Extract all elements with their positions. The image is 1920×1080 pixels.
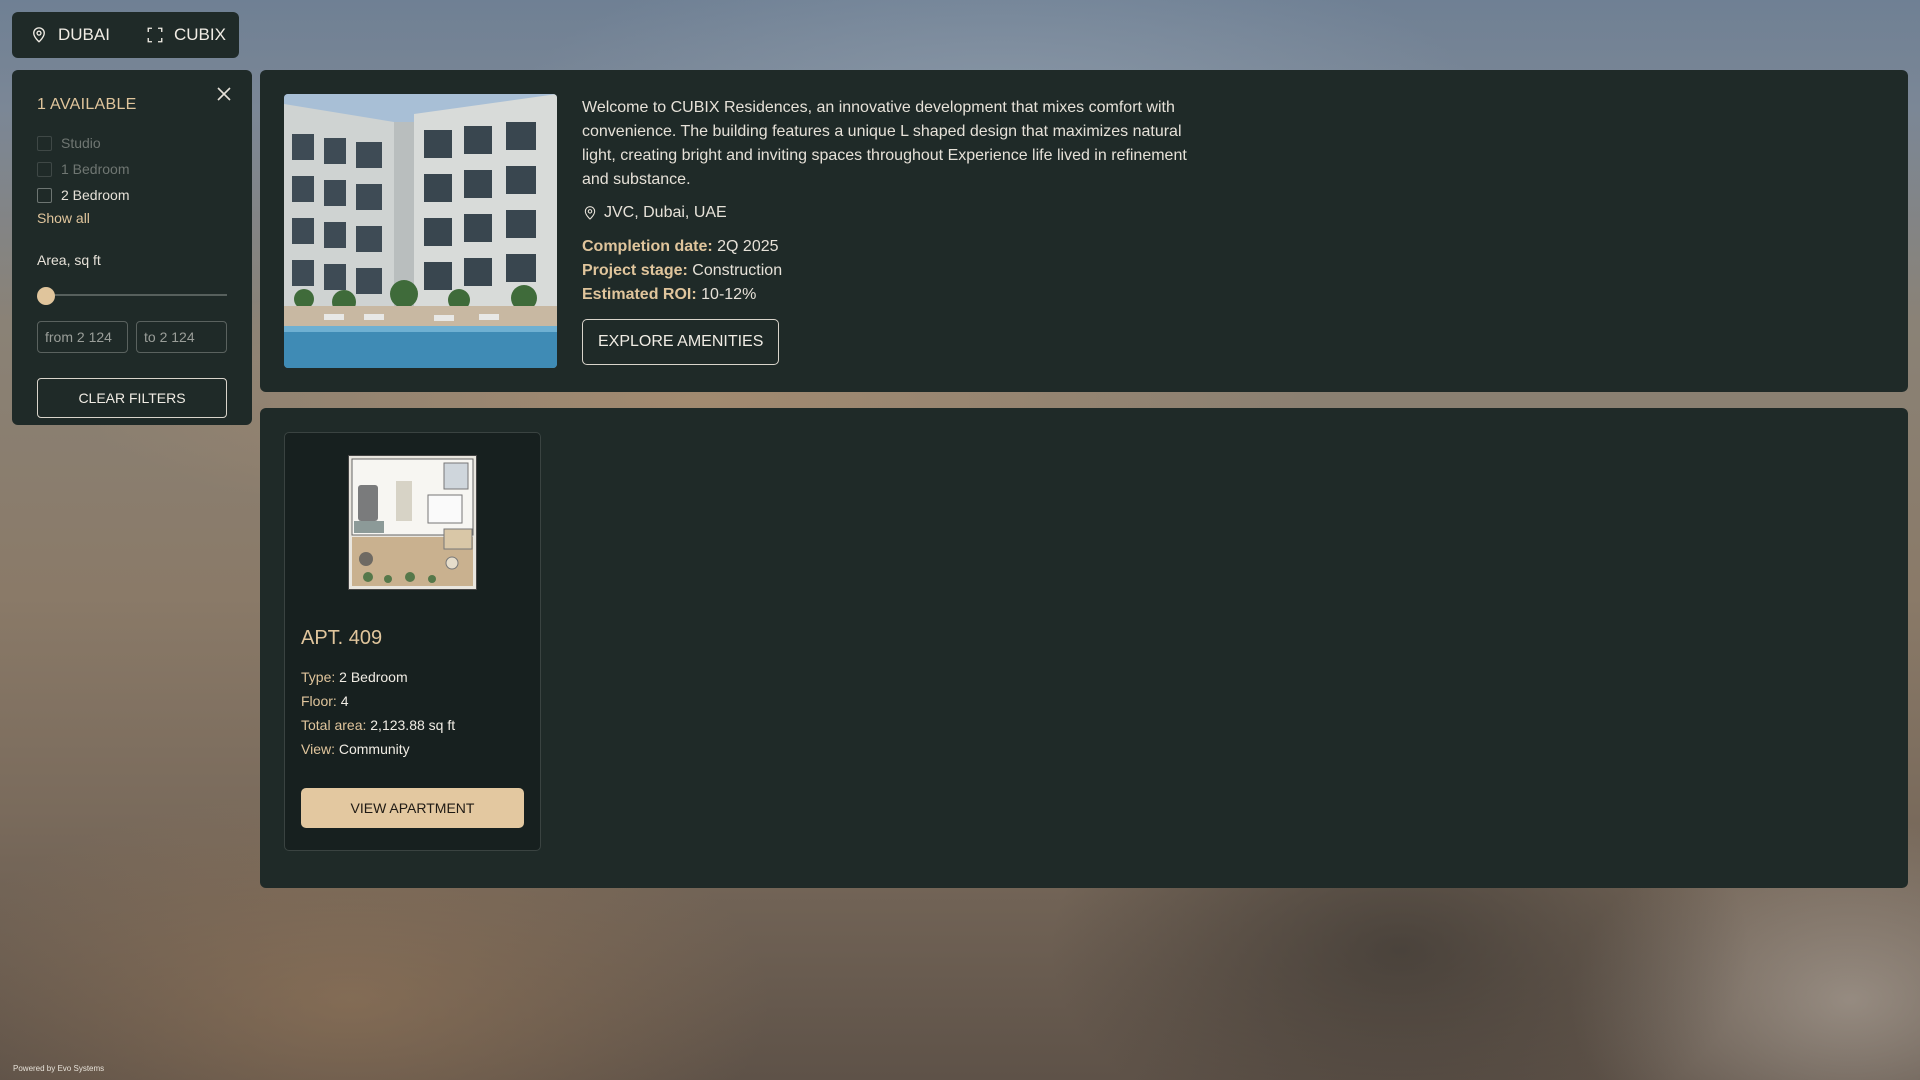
- explore-amenities-button[interactable]: EXPLORE AMENITIES: [582, 319, 780, 365]
- building-photo: [284, 94, 557, 368]
- type-filter-label: Studio: [61, 135, 101, 151]
- estimated-roi-label: Estimated ROI:: [582, 286, 697, 303]
- project-description: Welcome to CUBIX Residences, an innovati…: [582, 99, 1187, 188]
- apartment-type-value: 2 Bedroom: [339, 669, 408, 685]
- apartment-view-value: Community: [338, 741, 410, 757]
- city-selector[interactable]: DUBAI: [30, 25, 110, 45]
- city-label: DUBAI: [58, 25, 110, 44]
- slider-track: [41, 294, 227, 296]
- project-stats: Completion date: 2Q 2025 Project stage: …: [582, 235, 1212, 307]
- checkbox: [37, 161, 52, 177]
- area-to-input[interactable]: [136, 321, 227, 353]
- completion-date-value: 2Q 2025: [717, 238, 779, 255]
- area-range-inputs: [37, 321, 227, 353]
- powered-by-footer: Powered by Evo Systems: [13, 1064, 105, 1073]
- type-filter-list: Studio 1 Bedroom 2 Bedroom: [37, 130, 227, 208]
- project-stage-label: Project stage:: [582, 262, 688, 279]
- completion-date-row: Completion date: 2Q 2025: [582, 235, 1212, 259]
- floorplan-image: [347, 454, 478, 591]
- area-filter-label: Area, sq ft: [37, 252, 101, 268]
- apartment-view-label: View:: [301, 741, 335, 757]
- project-location: JVC, Dubai, UAE: [582, 204, 1212, 222]
- apartment-type-row: Type: 2 Bedroom: [301, 665, 455, 689]
- apartment-floor-label: Floor:: [301, 693, 337, 709]
- available-count: 1 AVAILABLE: [37, 96, 137, 113]
- type-filter-2-bedroom[interactable]: 2 Bedroom: [37, 182, 227, 208]
- estimated-roi-value: 10-12%: [701, 286, 757, 303]
- area-slider[interactable]: [37, 286, 227, 305]
- apartment-area-value: 2,123.88 sq ft: [370, 717, 456, 733]
- location-pin-icon: [584, 206, 596, 220]
- apartment-card: APT. 409 Type: 2 Bedroom Floor: 4 Total …: [284, 432, 541, 851]
- apartment-floor-value: 4: [340, 693, 349, 709]
- project-label: CUBIX: [173, 25, 226, 44]
- project-stage-row: Project stage: Construction: [582, 259, 1212, 283]
- location-pin-icon: [33, 27, 45, 43]
- apartment-area-label: Total area:: [301, 717, 367, 733]
- close-icon: [217, 87, 231, 101]
- completion-date-label: Completion date:: [582, 238, 713, 255]
- filters-panel: 1 AVAILABLE Studio 1 Bedroom 2 Bedroom S…: [12, 70, 252, 425]
- apartment-view-row: View: Community: [301, 737, 455, 761]
- units-panel: APT. 409 Type: 2 Bedroom Floor: 4 Total …: [260, 408, 1908, 888]
- apartment-type-label: Type:: [301, 669, 336, 685]
- project-stage-value: Construction: [692, 262, 783, 279]
- type-filter-1-bedroom: 1 Bedroom: [37, 156, 227, 182]
- project-info: Welcome to CUBIX Residences, an innovati…: [582, 96, 1212, 365]
- project-panel: Welcome to CUBIX Residences, an innovati…: [260, 70, 1908, 392]
- slider-thumb[interactable]: [37, 287, 55, 305]
- type-filter-label: 1 Bedroom: [61, 161, 130, 177]
- apartment-attributes: Type: 2 Bedroom Floor: 4 Total area: 2,1…: [301, 665, 455, 761]
- apartment-floor-row: Floor: 4: [301, 689, 455, 713]
- location-label: JVC, Dubai, UAE: [604, 204, 727, 221]
- fullscreen-icon: [147, 27, 163, 43]
- project-selector[interactable]: CUBIX: [146, 25, 226, 45]
- type-filter-label: 2 Bedroom: [61, 187, 130, 203]
- close-filters-button[interactable]: [214, 84, 234, 104]
- checkbox: [37, 135, 52, 151]
- view-apartment-button[interactable]: VIEW APARTMENT: [301, 788, 524, 828]
- show-all-link[interactable]: Show all: [37, 210, 90, 226]
- apartment-area-row: Total area: 2,123.88 sq ft: [301, 713, 455, 737]
- checkbox[interactable]: [37, 187, 52, 203]
- location-bar: DUBAI CUBIX: [12, 12, 239, 58]
- estimated-roi-row: Estimated ROI: 10-12%: [582, 283, 1212, 307]
- apartment-title: APT. 409: [301, 627, 383, 649]
- area-from-input[interactable]: [37, 321, 128, 353]
- clear-filters-button[interactable]: CLEAR FILTERS: [37, 378, 227, 418]
- type-filter-studio: Studio: [37, 130, 227, 156]
